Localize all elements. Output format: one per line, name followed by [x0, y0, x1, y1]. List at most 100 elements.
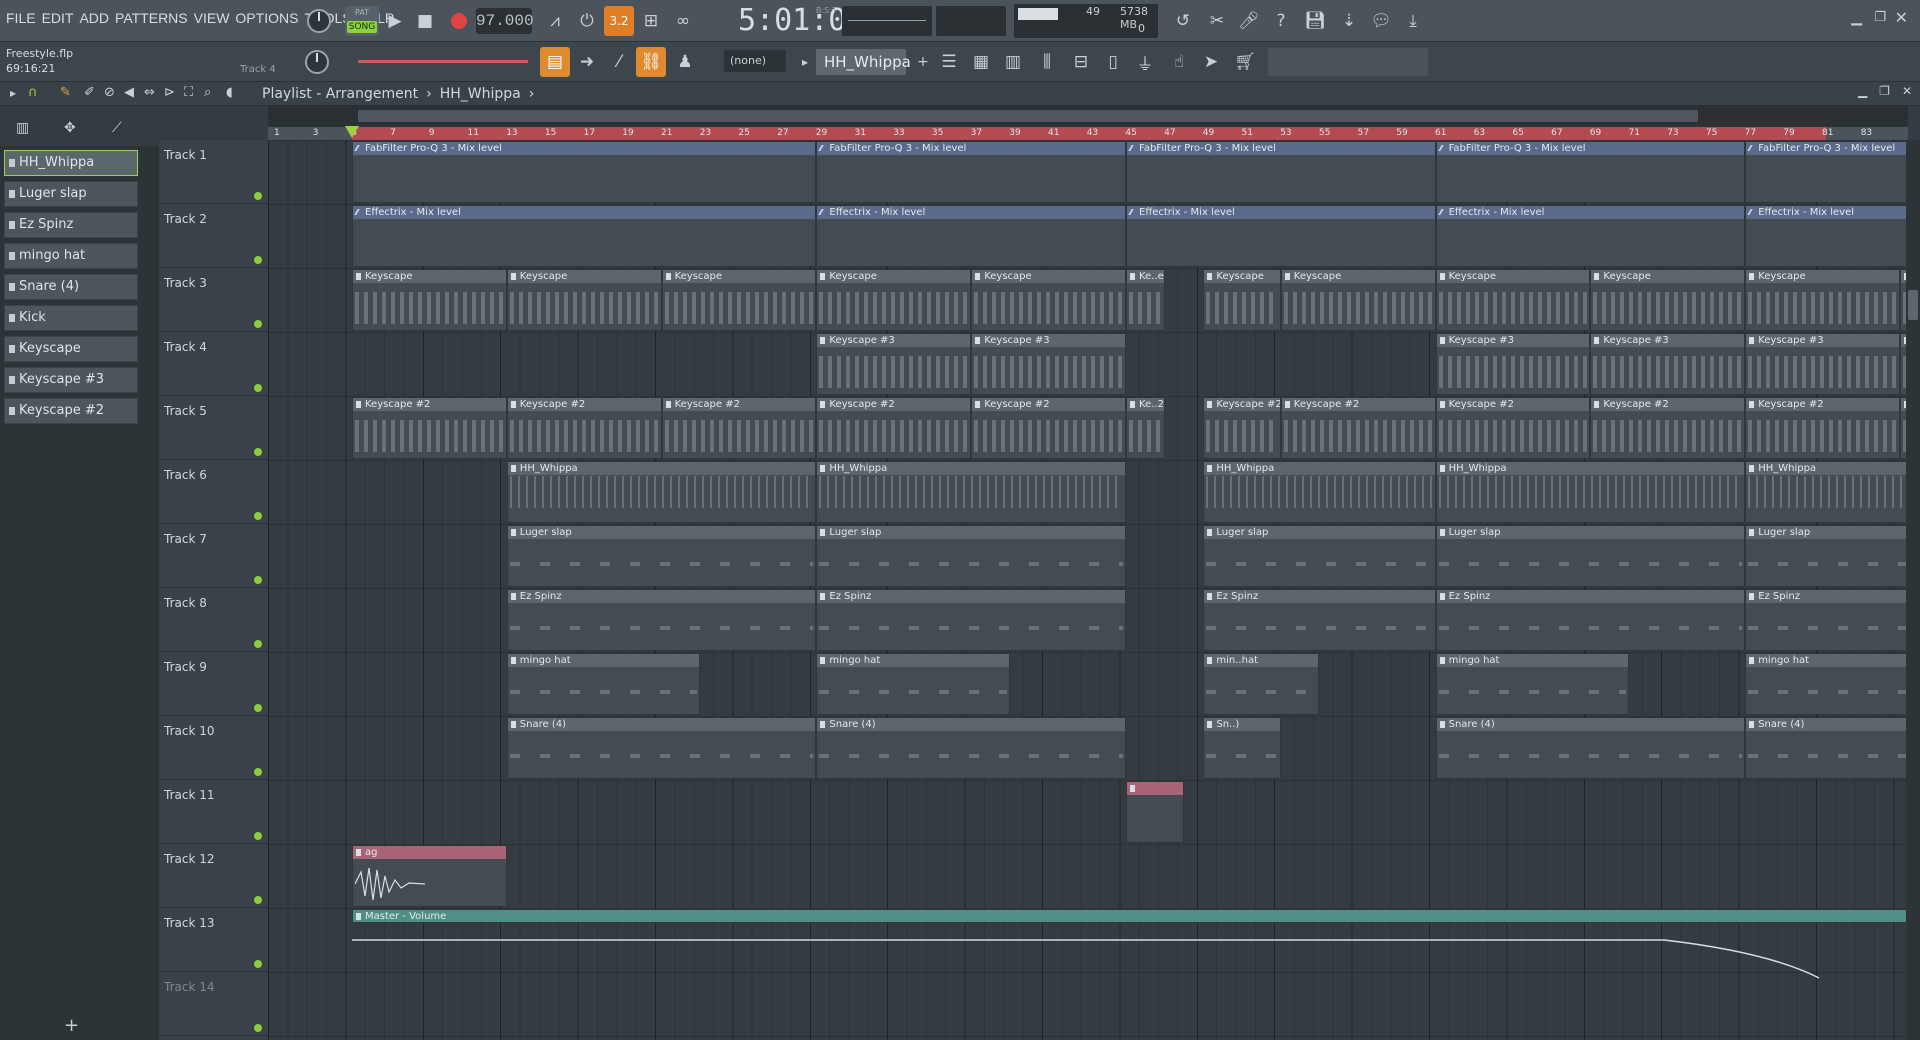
playlist-clip[interactable]: Luger slap: [1745, 525, 1908, 587]
playlist-clip[interactable]: FabFilter Pro-Q 3 - Mix level: [1126, 141, 1436, 203]
download-button[interactable]: ⤓: [1398, 6, 1428, 36]
track-header[interactable]: Track 9: [160, 652, 268, 716]
playlist-clip[interactable]: Keyscape #2: [661, 397, 817, 459]
countdown-button[interactable]: 3.2: [604, 6, 634, 36]
playlist-clip[interactable]: Keyscape #2: [1435, 397, 1591, 459]
playlist-button[interactable]: ☰: [934, 47, 964, 77]
playlist-menu-icon[interactable]: ▸: [10, 86, 16, 100]
metronome-button[interactable]: ⩘: [540, 6, 570, 36]
playlist-clip[interactable]: Effectrix - Mix level: [816, 205, 1126, 267]
project-picker-button[interactable]: ▯: [1098, 47, 1128, 77]
playlist-clip[interactable]: Keyscape: [971, 269, 1126, 331]
playlist-minimize-icon[interactable]: ▁: [1858, 84, 1867, 98]
playlist-close-icon[interactable]: ✕: [1902, 84, 1912, 98]
playlist-clip[interactable]: mingo hat: [816, 653, 1010, 715]
help-button[interactable]: ?: [1266, 6, 1296, 36]
playlist-clip[interactable]: Keyscape #2: [1280, 397, 1436, 459]
menu-view[interactable]: VIEW: [194, 10, 230, 26]
loop-record-button[interactable]: ∞: [668, 6, 698, 36]
arrow-tool-button[interactable]: ➜: [572, 47, 602, 77]
playlist-clip[interactable]: Keyscape #3: [971, 333, 1126, 395]
song-mode-button[interactable]: PAT SONG: [345, 6, 379, 36]
menu-file[interactable]: FILE: [6, 10, 36, 26]
track-enable-led[interactable]: [254, 576, 262, 584]
play-button[interactable]: ▶: [380, 6, 410, 36]
track-enable-led[interactable]: [254, 896, 262, 904]
playlist-clip[interactable]: Keyscape #3: [1745, 333, 1900, 395]
track-enable-led[interactable]: [254, 448, 262, 456]
playlist-clip[interactable]: Master - Volume: [352, 909, 1908, 923]
playlist-clip[interactable]: mingo hat: [1435, 653, 1630, 715]
step-edit-button[interactable]: ⊞: [636, 6, 666, 36]
track-enable-led[interactable]: [254, 384, 262, 392]
menu-patterns[interactable]: PATTERNS: [115, 10, 188, 26]
playlist-clip[interactable]: Keyscape: [1203, 269, 1281, 331]
pencil-icon[interactable]: ✎: [60, 85, 71, 100]
playlist-clip[interactable]: Ez Spinz: [1203, 589, 1436, 651]
playlist-clip[interactable]: Ez Spinz: [506, 589, 817, 651]
pattern-item[interactable]: Ez Spinz: [4, 212, 138, 238]
playlist-clip[interactable]: Keyscape #2: [971, 397, 1126, 459]
track-header[interactable]: Track 14: [160, 972, 268, 1036]
plugin-db-button[interactable]: ⏚: [1130, 47, 1160, 77]
record-button[interactable]: [444, 6, 474, 36]
close-icon[interactable]: ✕: [1895, 8, 1908, 27]
track-enable-led[interactable]: [254, 1024, 262, 1032]
pattern-item[interactable]: mingo hat: [4, 243, 138, 269]
master-volume-knob[interactable]: [304, 6, 334, 36]
track-header[interactable]: Track 7: [160, 524, 268, 588]
breadcrumb-pattern[interactable]: HH_Whippa: [440, 86, 521, 102]
scrollbar-thumb[interactable]: [1908, 290, 1918, 320]
master-pitch-slider[interactable]: [358, 60, 528, 63]
playlist-clip[interactable]: HH_Whippa: [1435, 461, 1746, 523]
playlist-clip[interactable]: Keyscape #2: [352, 397, 507, 459]
playlist-clip[interactable]: Luger slap: [1203, 525, 1436, 587]
stop-button[interactable]: ■: [410, 6, 440, 36]
playlist-clip[interactable]: Luger slap: [816, 525, 1126, 587]
pitch-knob[interactable]: [302, 47, 332, 77]
playlist-clip[interactable]: min..hat: [1203, 653, 1320, 715]
track-enable-led[interactable]: [254, 256, 262, 264]
undo-button[interactable]: ↺: [1168, 6, 1198, 36]
track-enable-led[interactable]: [254, 768, 262, 776]
playlist-clip[interactable]: HH_Whippa: [1203, 461, 1436, 523]
export-button[interactable]: ⇣: [1334, 6, 1364, 36]
playlist-grid[interactable]: FabFilter Pro-Q 3 - Mix level FabFilter P…: [268, 140, 1908, 1040]
playlist-clip[interactable]: Effectrix - Mix level: [1435, 205, 1746, 267]
track-enable-led[interactable]: [254, 320, 262, 328]
maximize-icon[interactable]: ❐: [1874, 10, 1886, 25]
playlist-clip[interactable]: Keyscape: [1435, 269, 1591, 331]
brush-tool-button[interactable]: ⁄: [604, 47, 634, 77]
vertical-scrollbar[interactable]: [1906, 140, 1920, 1040]
touch-keyboard-button[interactable]: ☝: [1164, 47, 1194, 77]
pattern-item[interactable]: HH_Whippa: [4, 150, 138, 176]
mixer-button[interactable]: ⫼: [1032, 47, 1062, 77]
playlist-clip[interactable]: mingo hat: [1745, 653, 1908, 715]
piano-roll-button[interactable]: ▦: [966, 47, 996, 77]
playlist-clip[interactable]: Snare (4): [1745, 717, 1908, 779]
add-clip-button[interactable]: +: [64, 1015, 79, 1036]
horizontal-scrollbar[interactable]: [268, 106, 1908, 126]
store-button[interactable]: 🛒︎: [1230, 47, 1260, 77]
bar-ruler[interactable]: 1 3 5 7 9 11 13 15 17 19 21 23 25 27 29 31 33 35 37 39 41 43 4…: [268, 127, 1908, 140]
playhead-marker[interactable]: [345, 126, 359, 138]
menu-options[interactable]: OPTIONS: [235, 10, 298, 26]
slip-icon[interactable]: ⇔: [144, 85, 155, 100]
playlist-clip[interactable]: Keyscape #3: [1435, 333, 1591, 395]
track-header[interactable]: Track 11: [160, 780, 268, 844]
track-enable-led[interactable]: [254, 960, 262, 968]
playlist-clip[interactable]: ag: [352, 845, 507, 907]
playlist-clip[interactable]: Keyscape: [816, 269, 972, 331]
track-header[interactable]: Track 10: [160, 716, 268, 780]
playlist-clip[interactable]: HH_Whippa: [816, 461, 1126, 523]
track-header[interactable]: Track 8: [160, 588, 268, 652]
pattern-selector[interactable]: HH_Whippa: [816, 49, 911, 75]
playlist-clip[interactable]: Ez Spinz: [1435, 589, 1746, 651]
track-header[interactable]: Track 5: [160, 396, 268, 460]
track-header[interactable]: Track 13: [160, 908, 268, 972]
playlist-clip[interactable]: Keyscape #2: [506, 397, 662, 459]
channel-selector[interactable]: (none): [724, 50, 786, 72]
playlist-clip[interactable]: Keyscape: [352, 269, 507, 331]
playlist-clip[interactable]: Keyscape: [1745, 269, 1900, 331]
browser-button[interactable]: ⊟: [1066, 47, 1096, 77]
